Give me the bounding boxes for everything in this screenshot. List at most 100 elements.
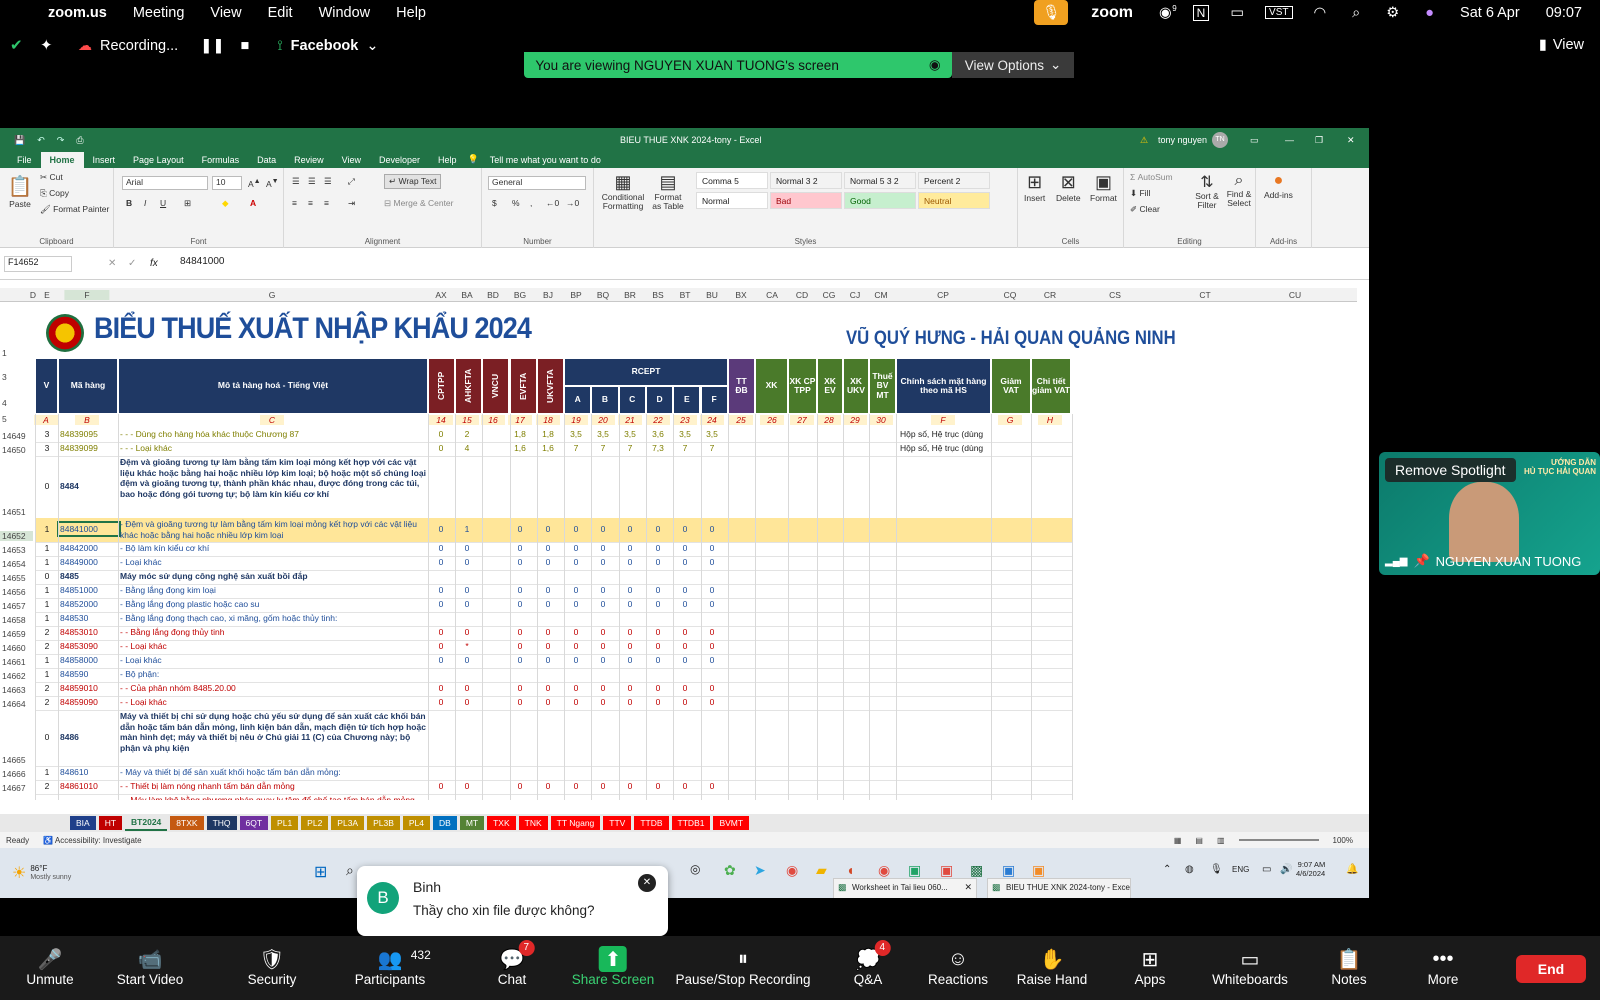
row-number[interactable]: 14653 [0,545,33,555]
sheet-tab-bvmt[interactable]: BVMT [713,816,750,830]
shield-check-icon[interactable]: ✔ [10,36,23,54]
column-header-bp[interactable]: BP [570,290,581,300]
sort-filter-button[interactable]: ⇅ Sort & Filter [1194,172,1220,211]
unmute-button[interactable]: 🎤 Unmute [26,946,73,988]
taskbar-time[interactable]: 9:07 AM [1296,860,1326,869]
column-header-br[interactable]: BR [624,290,636,300]
chrome-profile-icon[interactable]: ◉ [878,862,890,879]
preview-close-icon[interactable]: ✕ [964,882,972,893]
column-header-cj[interactable]: CJ [850,290,860,300]
bold-button[interactable]: B [126,198,132,208]
column-header-cd[interactable]: CD [796,290,808,300]
row-number[interactable]: 14657 [0,601,33,611]
row-number[interactable]: 14662 [0,671,33,681]
clear-button[interactable]: ✐ Clear [1130,204,1160,215]
tray-chevron-icon[interactable]: ⌃ [1163,864,1171,875]
column-header-cm[interactable]: CM [874,290,887,300]
paste-button[interactable]: 📋 Paste [6,174,34,209]
decrease-font-icon[interactable]: A▼ [266,177,279,189]
align-center-icon[interactable]: ≡ [308,198,313,208]
number-format-select[interactable]: General [488,176,586,190]
zoom-slider[interactable] [1238,839,1319,841]
sheet-tab-ttdb1[interactable]: TTDB1 [671,816,711,830]
tab-home[interactable]: Home [40,152,84,168]
close-icon[interactable]: ✕ [638,874,656,892]
increase-font-icon[interactable]: A▲ [248,177,261,189]
row-number[interactable]: 14664 [0,699,33,709]
indent-icon[interactable]: ⇥ [348,198,355,209]
decrease-decimal-icon[interactable]: →0 [566,198,579,208]
participants-button[interactable]: 👥 432 Participants [355,946,431,987]
preview-bieu-thue[interactable]: BIEU THUE XNK 2024-tony - Excel ▩ [987,878,1131,898]
menu-view[interactable]: View [197,5,254,21]
share-screen-button[interactable]: ⬆ Share Screen [572,946,654,987]
sheet-tab-db[interactable]: DB [433,816,457,830]
app-name[interactable]: zoom.us [35,5,120,21]
chrome-icon[interactable]: ◉ [786,862,798,879]
notes-app-icon[interactable]: N [1192,4,1210,21]
borders-icon[interactable]: ⊞ [184,198,191,209]
font-color-icon[interactable]: A [250,198,256,208]
user-name[interactable]: tony nguyen [1158,135,1207,145]
tab-developer[interactable]: Developer [370,152,429,168]
maximize-icon[interactable]: ❐ [1315,135,1323,146]
row-number[interactable]: 14649 [0,431,33,441]
merge-center-button[interactable]: ⊟ Merge & Center [384,198,453,209]
tab-data[interactable]: Data [248,152,285,168]
menu-edit[interactable]: Edit [255,5,306,21]
tab-insert[interactable]: Insert [84,152,125,168]
row-number[interactable]: 14656 [0,587,33,597]
taskbar-search-icon[interactable]: ⌕ [346,862,354,879]
tab-review[interactable]: Review [285,152,333,168]
row-number[interactable]: 14667 [0,783,33,793]
formula-input[interactable]: 84841000 [180,256,225,267]
column-header-bx[interactable]: BX [735,290,746,300]
chat-notification[interactable]: B Binh Thầy cho xin file được không? ✕ [357,866,668,936]
sheet-tab-pl4[interactable]: PL4 [402,816,431,830]
file-explorer-icon[interactable]: ▰ [816,862,827,879]
redo-icon[interactable]: ↷ [57,135,65,146]
page-layout-view-icon[interactable]: ▤ [1195,836,1203,845]
cell-style-normal[interactable]: Normal [696,192,768,209]
fill-color-icon[interactable]: ◆ [222,198,229,209]
accessibility-status[interactable]: ♿ Accessibility: Investigate [43,836,141,845]
column-header-bu[interactable]: BU [706,290,718,300]
tab-file[interactable]: File [8,152,41,168]
format-cells-button[interactable]: ▣ Format [1090,172,1117,203]
name-box[interactable]: F14652 [4,256,72,272]
column-header-bt[interactable]: BT [680,290,691,300]
align-left-icon[interactable]: ≡ [292,198,297,208]
tab-help[interactable]: Help [429,152,466,168]
telegram-icon[interactable]: ➤ [754,862,766,879]
row-number[interactable]: 14663 [0,685,33,695]
row-number[interactable]: 14658 [0,615,33,625]
more-button[interactable]: ••• More [1428,946,1459,988]
zoom-percent[interactable]: 100% [1333,836,1369,845]
search-icon[interactable]: ⌕ [1339,5,1373,21]
wrap-text-button[interactable]: ↵ Wrap Text [384,174,442,189]
comma-icon[interactable]: , [530,198,532,208]
menu-window[interactable]: Window [306,5,384,21]
tab-page-layout[interactable]: Page Layout [124,152,193,168]
addins-button[interactable]: ● Add-ins [1264,172,1293,200]
row-number[interactable]: 14650 [0,445,33,455]
end-button[interactable]: End [1516,955,1586,983]
sheet-tab-ttv[interactable]: TTV [603,816,632,830]
format-as-table-button[interactable]: ▤ Format as Table [650,172,686,212]
delete-cells-button[interactable]: ⊠ Delete [1056,172,1081,203]
remove-spotlight-button[interactable]: Remove Spotlight [1385,458,1516,482]
date[interactable]: Sat 6 Apr [1447,5,1533,21]
reactions-button[interactable]: ☺ Reactions [928,946,988,988]
raise-hand-button[interactable]: ✋ Raise Hand [1017,946,1088,988]
worksheet-grid[interactable]: BIỂU THUẾ XUẤT NHẬP KHẨU 2024 VŨ QUÝ HƯNG… [0,302,1357,800]
cancel-icon[interactable]: ✕ [108,258,116,269]
copy-button[interactable]: ⎘ Copy [40,188,69,199]
windows-start-icon[interactable]: ⊞ [314,862,327,882]
column-header-bj[interactable]: BJ [543,290,553,300]
sheet-tab-pl1[interactable]: PL1 [271,816,299,830]
page-break-view-icon[interactable]: ▥ [1217,836,1225,845]
find-select-button[interactable]: ⌕ Find & Select [1224,172,1254,209]
italic-button[interactable]: I [144,198,146,208]
q-a-button[interactable]: 💭 4 Q&A [854,940,891,987]
spotlight-video[interactable]: ƯỚNG DẪN HỦ TỤC HẢI QUAN Remove Spotligh… [1379,452,1600,575]
